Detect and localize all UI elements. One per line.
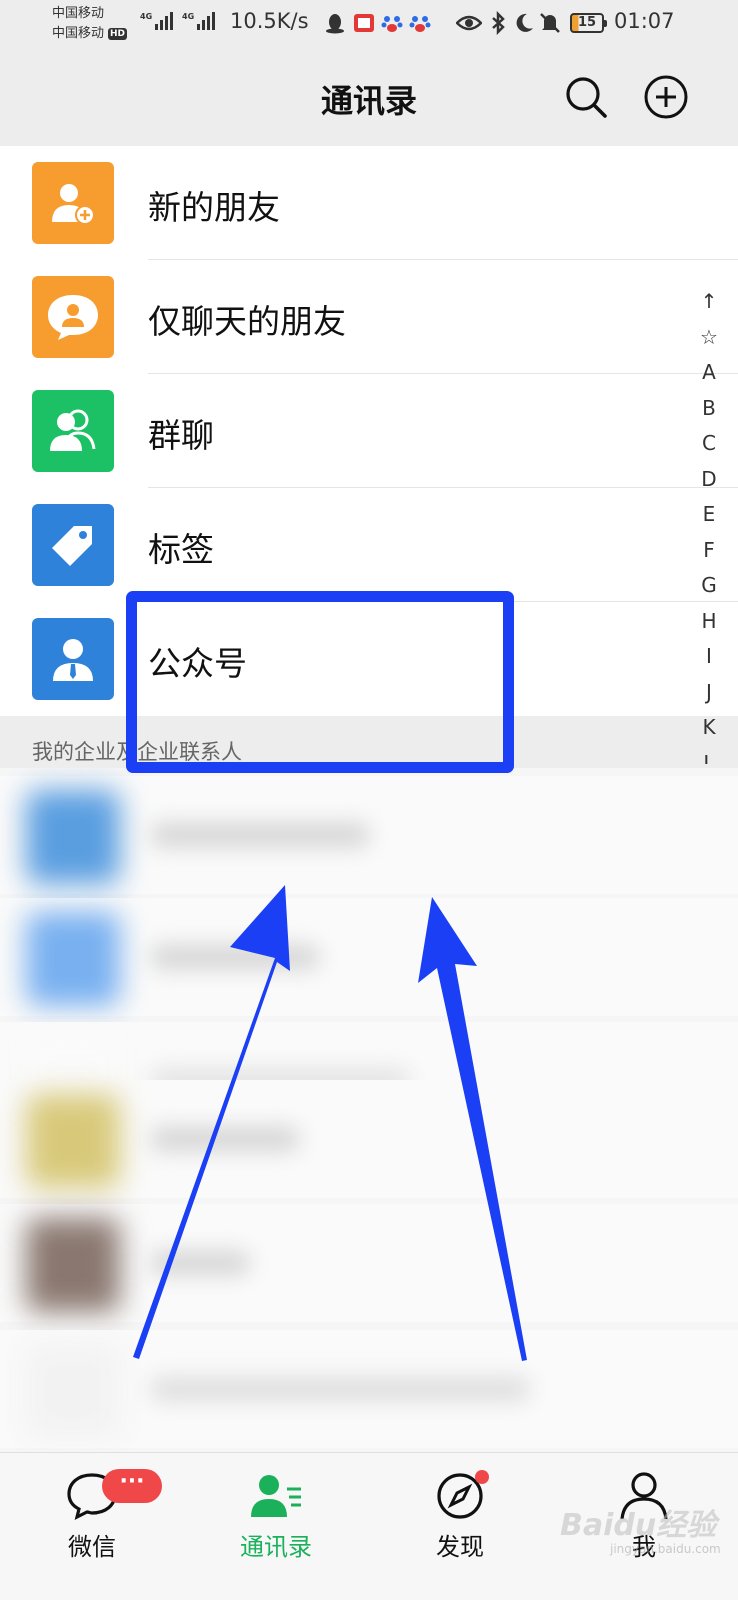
list-item[interactable]: [0, 1204, 738, 1322]
hd-badge: HD: [108, 28, 128, 40]
official-account-icon: [32, 618, 114, 700]
tag-icon: [32, 504, 114, 586]
index-letter[interactable]: K: [702, 710, 715, 746]
baidu-paw-icon: [380, 11, 404, 35]
carrier-name-2: 中国移动: [52, 26, 105, 41]
index-letter[interactable]: G: [701, 568, 717, 604]
watermark-url: jingyan.baidu.com: [610, 1542, 721, 1556]
index-letter[interactable]: J: [706, 675, 712, 711]
avatar: [26, 1094, 120, 1188]
book-app-icon: [352, 11, 376, 35]
blurred-contact-list: [0, 768, 738, 1452]
list-item[interactable]: [0, 1080, 738, 1198]
watermark: Baidu经验: [560, 1508, 717, 1543]
index-letter[interactable]: L: [703, 746, 714, 765]
index-letter[interactable]: A: [702, 355, 716, 391]
group-chats-row[interactable]: 群聊: [0, 374, 738, 488]
index-letter[interactable]: F: [703, 533, 715, 569]
alphabet-index[interactable]: ↑ ☆ A B C D E F G H I J K L: [694, 284, 724, 764]
index-letter[interactable]: D: [701, 462, 716, 498]
list-item[interactable]: [0, 1330, 738, 1448]
tab-label: 微信: [68, 1533, 116, 1561]
search-icon: [566, 77, 607, 118]
row-label: 群聊: [148, 416, 214, 455]
index-letter[interactable]: ☆: [700, 320, 718, 356]
plus-circle-icon: [644, 75, 688, 119]
chat-only-friend-icon: [32, 276, 114, 358]
mute-bell-icon: [538, 11, 562, 35]
page-title: 通讯录: [320, 82, 417, 120]
add-friend-icon: [32, 162, 114, 244]
clock: 01:07: [614, 9, 675, 33]
avatar: [26, 912, 120, 1006]
tab-label: 发现: [436, 1533, 484, 1561]
row-label: 新的朋友: [148, 188, 280, 227]
list-item[interactable]: [0, 776, 738, 894]
nav-bar: 通讯录: [0, 50, 738, 146]
tags-row[interactable]: 标签: [0, 488, 738, 602]
index-letter[interactable]: B: [702, 391, 716, 427]
bluetooth-icon: [486, 10, 510, 36]
contacts-icon: [251, 1475, 301, 1517]
signal-strength-icon-2: 4G: [182, 12, 216, 30]
baidu-paw-icon-2: [408, 11, 432, 35]
avatar: [26, 1344, 120, 1438]
index-letter[interactable]: H: [701, 604, 716, 640]
eye-icon: [455, 11, 483, 35]
avatar: [26, 1218, 120, 1312]
tab-contacts[interactable]: 通讯录: [184, 1453, 368, 1600]
avatar: [26, 790, 120, 884]
index-letter[interactable]: E: [703, 497, 716, 533]
tab-chats[interactable]: 微信 ···: [0, 1453, 184, 1600]
moon-icon: [512, 11, 536, 35]
index-letter[interactable]: C: [702, 426, 716, 462]
list-item[interactable]: [0, 898, 738, 1016]
new-friends-row[interactable]: 新的朋友: [0, 146, 738, 260]
tab-discover[interactable]: 发现: [368, 1453, 552, 1600]
index-letter[interactable]: ↑: [701, 284, 718, 320]
add-button[interactable]: [643, 74, 689, 120]
network-speed: 10.5K/s: [230, 9, 309, 33]
search-button[interactable]: [563, 74, 609, 120]
annotation-highlight-box: [126, 591, 514, 773]
battery-indicator: 15: [570, 13, 607, 33]
carrier-name-1: 中国移动: [52, 6, 105, 21]
index-letter[interactable]: I: [706, 639, 712, 675]
row-label: 仅聊天的朋友: [148, 302, 346, 341]
row-label: 标签: [148, 530, 214, 569]
group-chat-icon: [32, 390, 114, 472]
signal-strength-icon: 4G: [140, 12, 174, 30]
tab-label: 通讯录: [240, 1533, 312, 1561]
status-bar: 中国移动 中国移动 HD 4G 4G 10.5K/s 15 01:07: [0, 0, 738, 50]
unread-badge: ···: [102, 1469, 162, 1503]
chat-only-friends-row[interactable]: 仅聊天的朋友: [0, 260, 738, 374]
qq-icon: [323, 11, 347, 35]
carrier-info: 中国移动 中国移动 HD: [52, 4, 128, 44]
discover-red-dot: [475, 1470, 489, 1484]
